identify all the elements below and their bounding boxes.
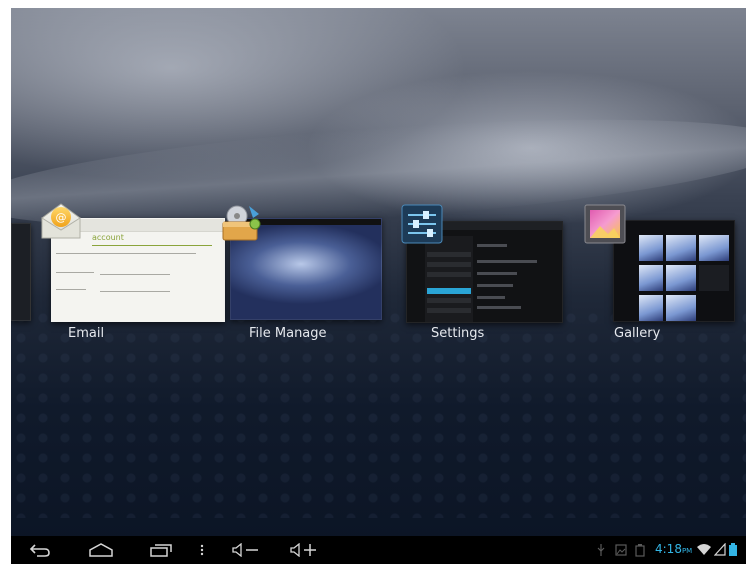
gallery-preview-tile [699,265,729,291]
email-preview-field-line [100,291,170,292]
storage-notification-icon [635,544,645,557]
settings-preview-row [427,262,471,267]
status-clock[interactable]: 4:18PM [655,542,692,556]
recent-apps-screen: account @ Email File Manage Settings Gal… [11,8,746,564]
recent-apps-icon [150,544,172,557]
volume-up-button[interactable] [287,536,321,564]
menu-button[interactable] [197,536,207,564]
volume-down-button[interactable] [229,536,263,564]
gallery-preview-tile [666,235,696,261]
file-manager-icon [222,205,261,241]
volume-up-icon [290,543,316,557]
gallery-preview-tile [639,235,663,261]
clock-ampm: PM [681,547,693,555]
settings-preview-row [427,308,471,313]
recent-app-label: Gallery [614,326,661,341]
gallery-preview-tile [666,265,696,291]
email-preview-divider [92,245,212,246]
system-navigation-bar: 4:18PM [11,536,746,564]
email-preview-field-line [100,274,170,275]
settings-sliders-icon [401,204,443,244]
clock-time: 4:18 [655,542,682,556]
gallery-preview-tile [699,235,729,261]
email-preview-field-label [56,272,94,273]
recent-app-label: File Manage [249,326,327,341]
settings-preview-row [427,272,471,277]
battery-icon [729,543,737,556]
recent-app-label: Settings [431,326,485,341]
gallery-photo-icon [584,204,626,244]
email-envelope-icon: @ [41,203,81,239]
home-icon [89,543,113,557]
back-button[interactable] [25,536,55,564]
gallery-preview-tile [666,295,696,321]
email-preview-field-label [56,289,86,290]
settings-preview-row [427,252,471,257]
settings-preview-selected-row [427,288,471,294]
svg-text:@: @ [56,211,67,224]
volume-down-icon [232,543,258,557]
gallery-thumbnail[interactable] [613,220,735,322]
settings-preview-row [427,298,471,303]
gallery-preview-tile [639,295,663,321]
recent-app-partial-thumbnail[interactable] [11,223,31,321]
signal-icon [714,543,726,556]
usb-icon [597,544,605,556]
wifi-icon [697,544,711,555]
settings-preview-detail [477,238,557,318]
home-button[interactable] [83,536,119,564]
email-preview-text-line [56,253,196,254]
overflow-menu-icon [200,544,204,556]
email-preview-title: account [92,233,124,242]
recent-apps-button[interactable] [145,536,177,564]
recent-app-label: Email [68,326,105,341]
screenshot-notification-icon [615,544,627,556]
back-arrow-icon [29,544,50,557]
gallery-preview-tile [639,265,663,291]
